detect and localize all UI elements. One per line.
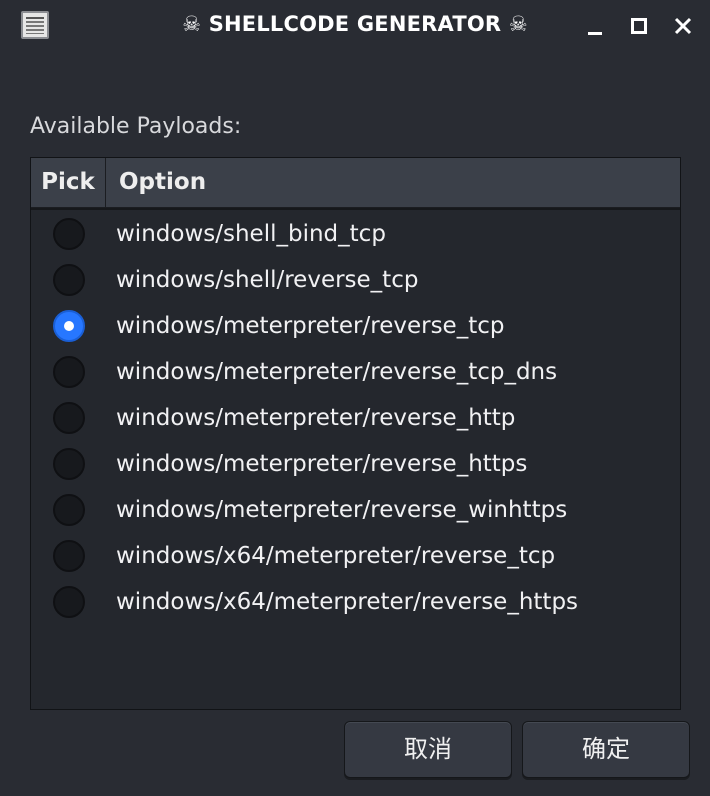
payload-option-label: windows/x64/meterpreter/reverse_tcp — [116, 543, 556, 569]
column-header-option[interactable]: Option — [119, 158, 206, 207]
table-row[interactable]: windows/meterpreter/reverse_https — [31, 441, 680, 487]
payload-option-label: windows/meterpreter/reverse_tcp_dns — [116, 359, 558, 385]
table-header: Pick Option — [31, 158, 680, 208]
table-row[interactable]: windows/meterpreter/reverse_tcp_dns — [31, 349, 680, 395]
payload-radio[interactable] — [53, 264, 85, 296]
maximize-icon[interactable] — [628, 15, 650, 37]
payload-radio[interactable] — [53, 218, 85, 250]
payload-option-label: windows/shell/reverse_tcp — [116, 267, 419, 293]
payload-radio[interactable] — [53, 310, 85, 342]
payload-radio[interactable] — [53, 448, 85, 480]
close-icon[interactable] — [672, 15, 694, 37]
shellcode-generator-window: ☠ SHELLCODE GENERATOR ☠ Available Payloa… — [0, 0, 710, 796]
available-payloads-label: Available Payloads: — [30, 114, 242, 139]
titlebar[interactable]: ☠ SHELLCODE GENERATOR ☠ — [0, 0, 710, 54]
payload-radio[interactable] — [53, 586, 85, 618]
minimize-icon[interactable] — [584, 15, 606, 37]
payload-option-label: windows/shell_bind_tcp — [116, 221, 386, 247]
cancel-button[interactable]: 取消 — [344, 721, 512, 778]
table-row[interactable]: windows/meterpreter/reverse_tcp — [31, 303, 680, 349]
window-title: ☠ SHELLCODE GENERATOR ☠ — [182, 12, 528, 36]
table-row[interactable]: windows/meterpreter/reverse_winhttps — [31, 487, 680, 533]
payload-option-label: windows/meterpreter/reverse_tcp — [116, 313, 505, 339]
column-header-pick[interactable]: Pick — [31, 158, 106, 207]
table-row[interactable]: windows/shell/reverse_tcp — [31, 257, 680, 303]
payload-option-label: windows/meterpreter/reverse_winhttps — [116, 497, 568, 523]
payload-option-label: windows/x64/meterpreter/reverse_https — [116, 589, 579, 615]
payload-radio[interactable] — [53, 494, 85, 526]
payload-table: Pick Option windows/shell_bind_tcp windo… — [30, 157, 681, 710]
payload-radio[interactable] — [53, 402, 85, 434]
table-row[interactable]: windows/x64/meterpreter/reverse_https — [31, 579, 680, 625]
table-row[interactable]: windows/meterpreter/reverse_http — [31, 395, 680, 441]
payload-option-label: windows/meterpreter/reverse_https — [116, 451, 528, 477]
ok-button[interactable]: 确定 — [522, 721, 690, 778]
header-divider — [31, 208, 680, 210]
payload-radio[interactable] — [53, 356, 85, 388]
table-row[interactable]: windows/shell_bind_tcp — [31, 211, 680, 257]
payload-radio[interactable] — [53, 540, 85, 572]
table-row[interactable]: windows/x64/meterpreter/reverse_tcp — [31, 533, 680, 579]
payload-option-label: windows/meterpreter/reverse_http — [116, 405, 516, 431]
